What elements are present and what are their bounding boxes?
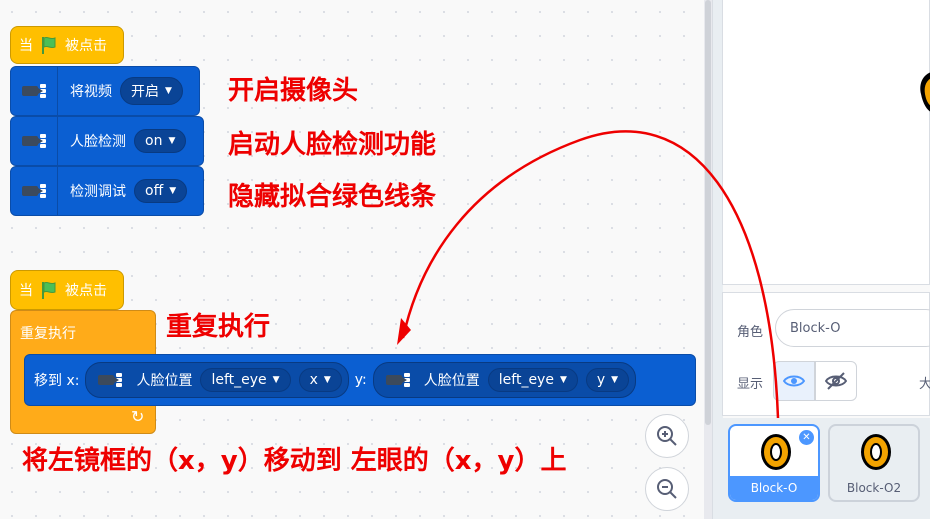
hat-suffix: 被点击 xyxy=(65,38,107,54)
sprite-name-input[interactable]: Block-O xyxy=(775,309,930,347)
y-axis-value: y xyxy=(596,372,606,388)
caret-down-icon: ▼ xyxy=(272,375,280,385)
y-part-value: left_eye xyxy=(498,372,554,388)
detect-debug-block[interactable]: 检测调试 off ▼ xyxy=(10,166,204,216)
o-ring-sprite-icon xyxy=(761,434,791,470)
y-label: y: xyxy=(354,372,367,388)
caret-down-icon: ▼ xyxy=(323,375,331,385)
o-ring-sprite-icon xyxy=(861,434,891,470)
stage-canvas[interactable] xyxy=(722,0,930,285)
zoom-out-icon xyxy=(657,479,677,499)
x-pos-label: 人脸位置 xyxy=(136,373,193,389)
loop-arrow-icon: ↻ xyxy=(131,407,145,426)
camera-extension-icon xyxy=(11,167,58,215)
forever-label: 重复执行 xyxy=(20,326,76,342)
scrollbar-thumb[interactable] xyxy=(705,0,711,425)
video-dropdown[interactable]: 开启 ▼ xyxy=(120,77,183,105)
annotation-move: 将左镜框的（x，y）移动到 左眼的（x，y）上 xyxy=(22,446,567,476)
when-flag-clicked-hat-1[interactable]: 当 被点击 xyxy=(10,13,124,64)
green-flag-icon xyxy=(42,281,56,299)
x-axis-value: x xyxy=(309,372,318,388)
sprite-thumbnail-block-o[interactable]: ✕ Block-O xyxy=(728,424,820,502)
face-detect-block[interactable]: 人脸检测 on ▼ xyxy=(10,116,204,166)
show-sprite-button[interactable] xyxy=(773,361,815,401)
debug-dropdown[interactable]: off ▼ xyxy=(134,179,188,203)
green-flag-icon xyxy=(42,36,56,54)
sprite-name: Block-O xyxy=(730,476,818,500)
face-position-x-reporter[interactable]: 人脸位置 left_eye ▼ x ▼ xyxy=(85,362,349,398)
hat-suffix: 被点击 xyxy=(65,283,107,299)
sprite-name: Block-O2 xyxy=(846,481,902,495)
hide-sprite-button[interactable] xyxy=(815,361,857,401)
caret-down-icon: ▼ xyxy=(169,186,177,196)
face-position-y-reporter[interactable]: 人脸位置 left_eye ▼ y ▼ xyxy=(372,362,637,398)
sprite-thumbnail-block-o2[interactable]: Block-O2 xyxy=(828,424,920,502)
size-label: 大 xyxy=(919,377,930,392)
annotation-hide-lines: 隐藏拟合绿色线条 xyxy=(228,182,437,212)
when-flag-clicked-hat-2[interactable]: 当 被点击 xyxy=(10,257,124,310)
annotation-repeat: 重复执行 xyxy=(166,312,271,342)
caret-down-icon: ▼ xyxy=(559,375,567,385)
show-label: 显示 xyxy=(737,377,764,392)
caret-down-icon: ▼ xyxy=(168,136,176,146)
sprite-on-stage xyxy=(920,72,930,112)
video-label: 将视频 xyxy=(70,84,112,100)
eye-slash-icon xyxy=(825,372,847,390)
camera-extension-icon xyxy=(11,117,58,165)
zoom-out-button[interactable] xyxy=(645,467,689,511)
face-detect-label: 人脸检测 xyxy=(70,134,126,150)
zoom-in-button[interactable] xyxy=(645,414,689,458)
sprite-info-panel: 角色 Block-O 显示 大 xyxy=(722,292,930,416)
annotation-face-detect: 启动人脸检测功能 xyxy=(228,130,437,160)
workspace-scrollbar[interactable] xyxy=(704,0,712,519)
turn-video-block[interactable]: 将视频 开启 ▼ xyxy=(10,66,200,116)
goto-xy-block[interactable]: 移到 x: 人脸位置 left_eye ▼ x ▼ y: 人脸位置 left_eye… xyxy=(24,354,696,406)
debug-value: off xyxy=(145,183,164,199)
x-part-dropdown[interactable]: left_eye ▼ xyxy=(200,368,291,392)
y-pos-label: 人脸位置 xyxy=(423,373,480,389)
sprite-label: 角色 xyxy=(737,325,764,340)
caret-down-icon: ▼ xyxy=(611,375,619,385)
zoom-in-icon xyxy=(657,426,677,446)
goto-label: 移到 x: xyxy=(34,373,80,389)
hat-prefix: 当 xyxy=(19,283,33,299)
code-workspace[interactable]: 当 被点击 将视频 开启 ▼ 人脸检测 on ▼ 检测调试 off ▼ 当 被点击 重… xyxy=(0,0,712,519)
camera-extension-icon xyxy=(380,373,416,387)
eye-icon xyxy=(783,375,805,387)
y-axis-dropdown[interactable]: y ▼ xyxy=(585,368,630,392)
y-part-dropdown[interactable]: left_eye ▼ xyxy=(487,368,578,392)
debug-label: 检测调试 xyxy=(70,184,126,200)
delete-sprite-icon[interactable]: ✕ xyxy=(799,430,814,445)
hat-prefix: 当 xyxy=(19,38,33,54)
x-axis-dropdown[interactable]: x ▼ xyxy=(298,368,342,392)
face-detect-value: on xyxy=(145,133,163,149)
x-part-value: left_eye xyxy=(211,372,267,388)
face-detect-dropdown[interactable]: on ▼ xyxy=(134,129,187,153)
annotation-camera: 开启摄像头 xyxy=(228,76,359,106)
video-dropdown-value: 开启 xyxy=(131,84,159,100)
camera-extension-icon xyxy=(11,67,58,115)
caret-down-icon: ▼ xyxy=(165,86,172,96)
camera-extension-icon xyxy=(92,373,128,387)
sprite-list: ✕ Block-O Block-O2 xyxy=(722,418,930,519)
